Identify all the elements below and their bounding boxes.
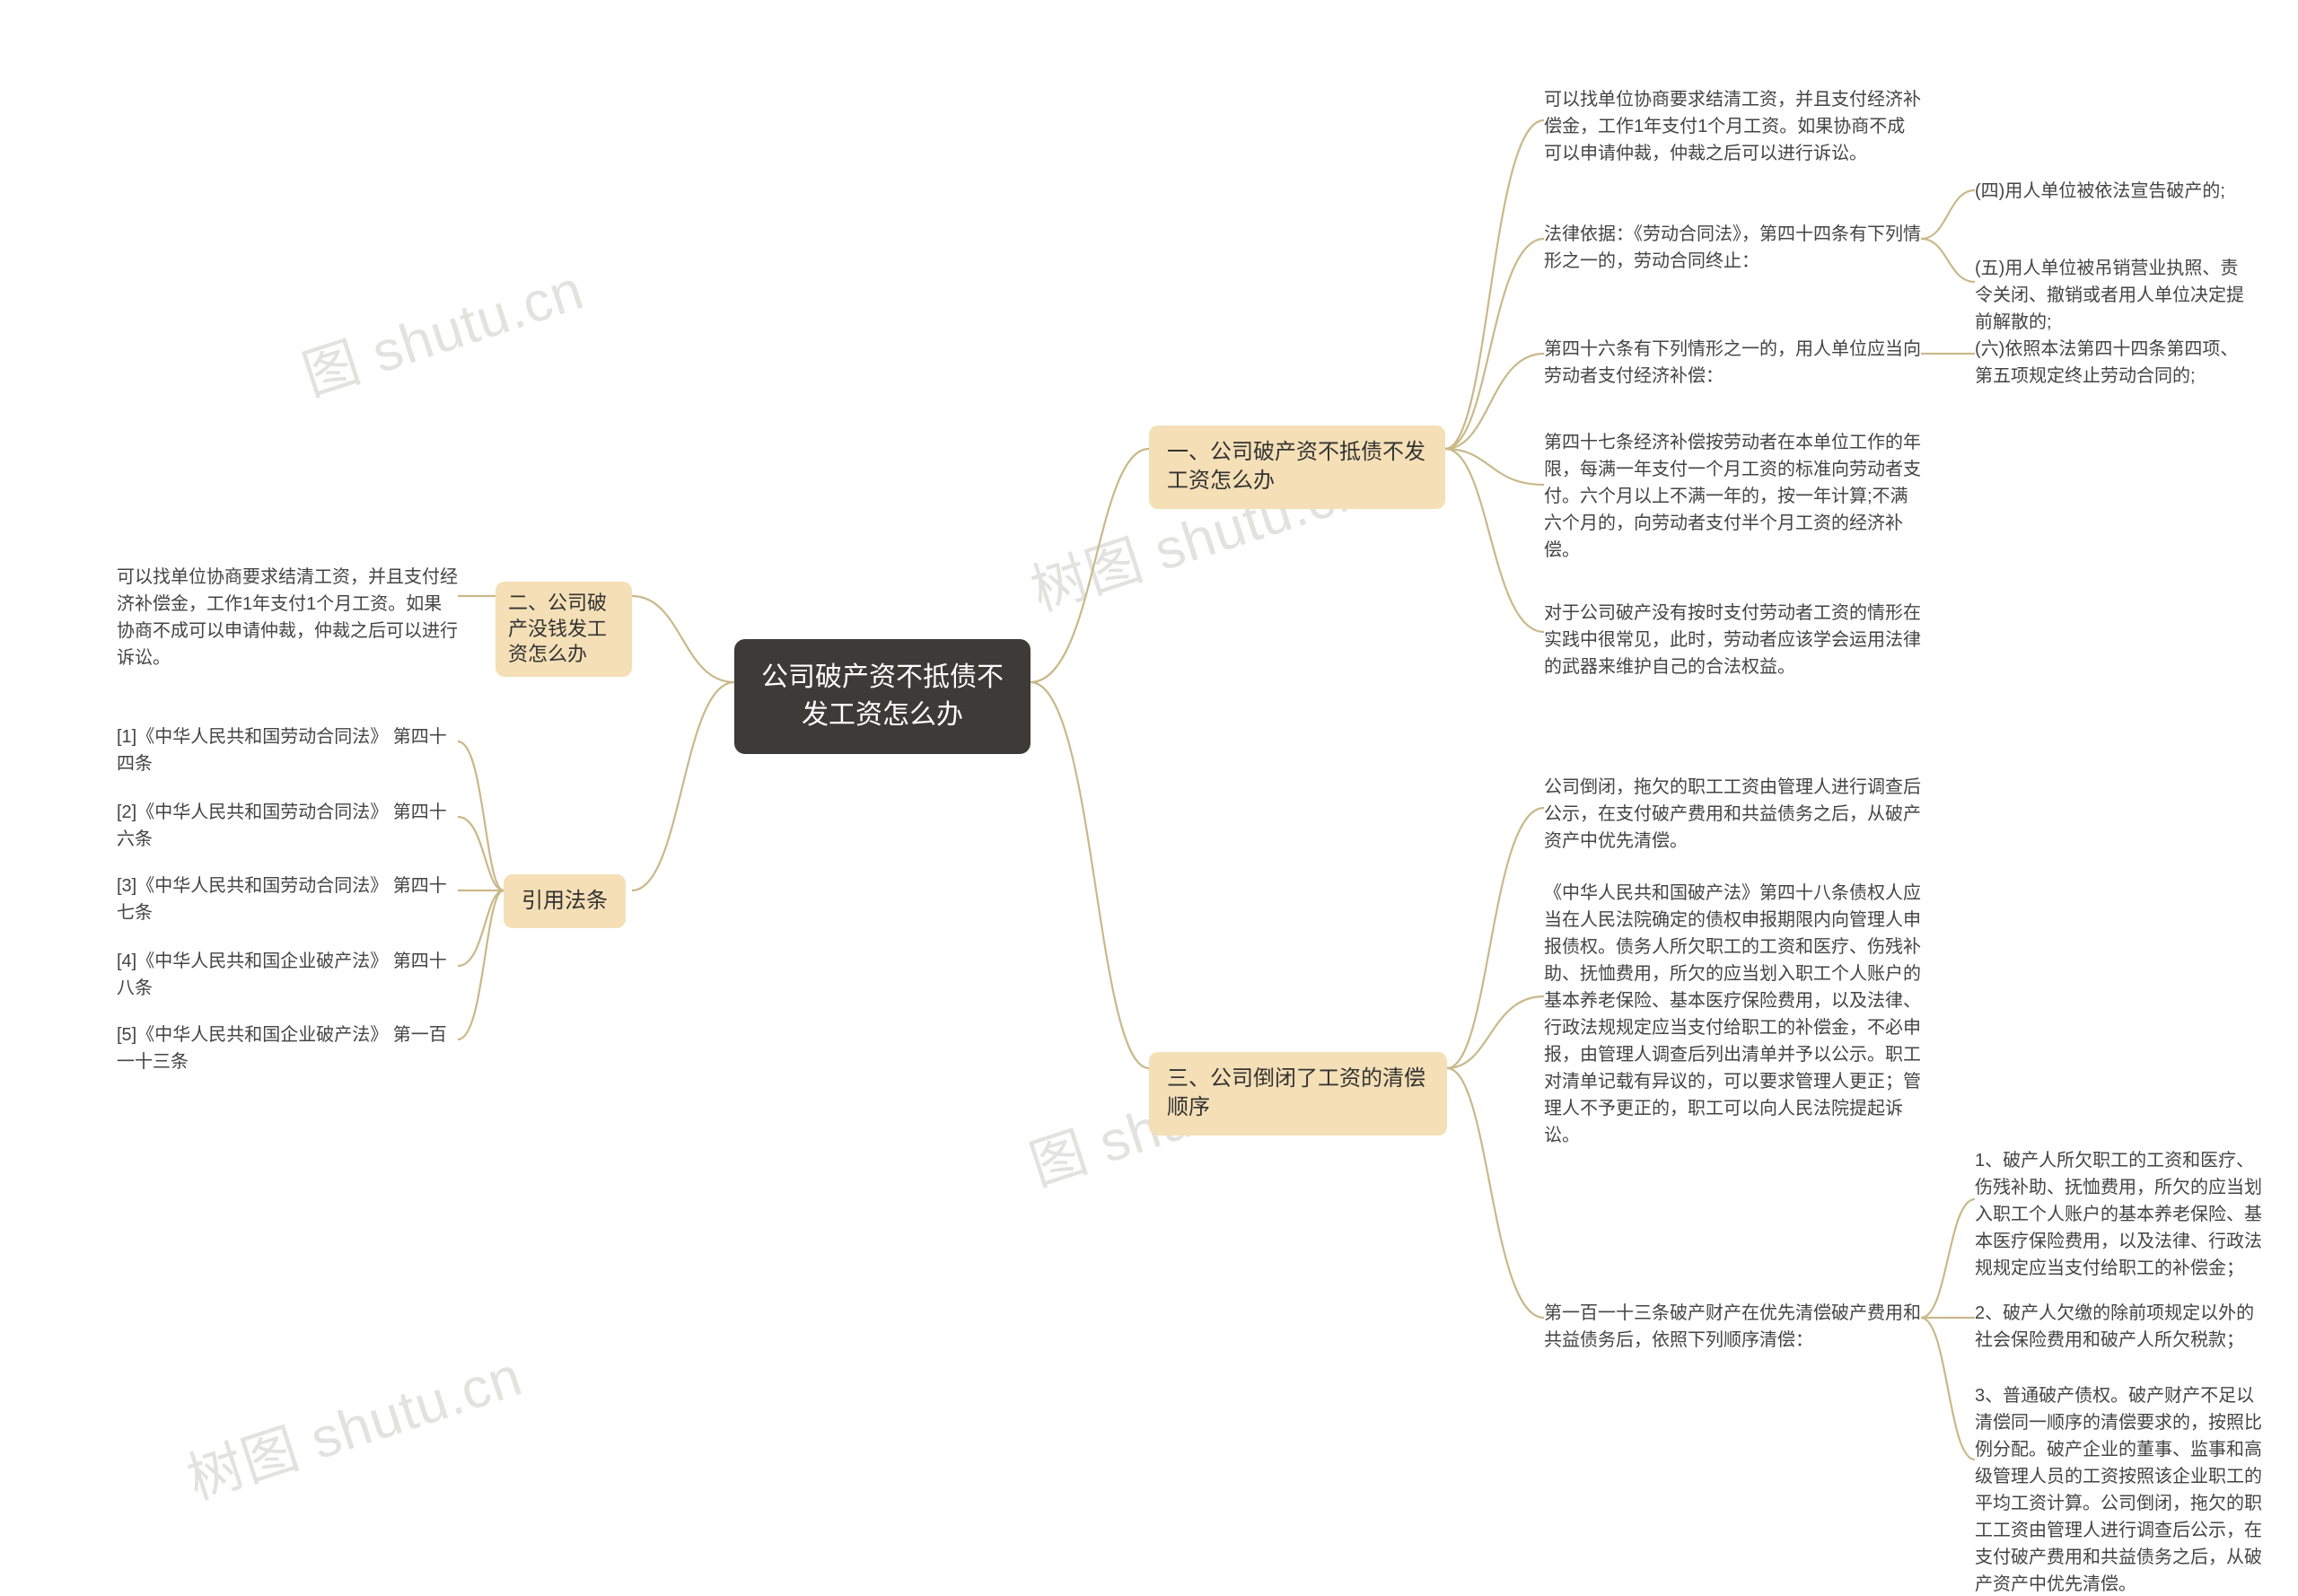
- leaf-ref-5: [5]《中华人民共和国企业破产法》 第一百一十三条: [117, 1022, 458, 1075]
- branch-references[interactable]: 引用法条: [504, 874, 626, 928]
- leaf-s1-a: 可以找单位协商要求结清工资，并且支付经济补偿金，工作1年支付1个月工资。如果协商…: [1544, 86, 1921, 167]
- branch-section-3[interactable]: 三、公司倒闭了工资的清偿顺序: [1149, 1052, 1447, 1136]
- watermark: 图 shutu.cn: [291, 244, 592, 411]
- leaf-s1-c: 第四十六条有下列情形之一的，用人单位应当向劳动者支付经济补偿：: [1544, 336, 1921, 390]
- leaf-s3-c2: 2、破产人欠缴的除前项规定以外的社会保险费用和破产人所欠税款；: [1975, 1300, 2262, 1354]
- leaf-ref-3: [3]《中华人民共和国劳动合同法》 第四十七条: [117, 873, 458, 926]
- connector-layer: [0, 0, 2298, 1596]
- leaf-ref-4: [4]《中华人民共和国企业破产法》 第四十八条: [117, 948, 458, 1002]
- leaf-s2-text: 可以找单位协商要求结清工资，并且支付经济补偿金，工作1年支付1个月工资。如果协商…: [117, 564, 458, 671]
- leaf-s3-c: 第一百一十三条破产财产在优先清偿破产费用和共益债务后，依照下列顺序清偿：: [1544, 1300, 1921, 1354]
- leaf-s1-d: 第四十七条经济补偿按劳动者在本单位工作的年限，每满一年支付一个月工资的标准向劳动…: [1544, 429, 1921, 564]
- leaf-s3-a: 公司倒闭，拖欠的职工工资由管理人进行调查后公示，在支付破产费用和共益债务之后，从…: [1544, 774, 1921, 855]
- root-node[interactable]: 公司破产资不抵债不发工资怎么办: [734, 639, 1031, 754]
- leaf-s3-c3: 3、普通破产债权。破产财产不足以清偿同一顺序的清偿要求的，按照比例分配。破产企业…: [1975, 1382, 2262, 1596]
- branch-section-1[interactable]: 一、公司破产资不抵债不发工资怎么办: [1149, 425, 1445, 509]
- leaf-s1-b: 法律依据：《劳动合同法》，第四十四条有下列情形之一的，劳动合同终止：: [1544, 221, 1921, 275]
- leaf-ref-2: [2]《中华人民共和国劳动合同法》 第四十六条: [117, 799, 458, 853]
- leaf-s1-c1: (六)依照本法第四十四条第四项、第五项规定终止劳动合同的;: [1975, 336, 2253, 390]
- leaf-s1-b1: (四)用人单位被依法宣告破产的;: [1975, 178, 2253, 205]
- watermark: 树图 shutu.cn: [176, 1330, 531, 1514]
- leaf-s1-b2: (五)用人单位被吊销营业执照、责令关闭、撤销或者用人单位决定提前解散的;: [1975, 255, 2253, 336]
- leaf-s3-c1: 1、破产人所欠职工的工资和医疗、伤残补助、抚恤费用，所欠的应当划入职工个人账户的…: [1975, 1147, 2262, 1282]
- leaf-s1-e: 对于公司破产没有按时支付劳动者工资的情形在实践中很常见，此时，劳动者应该学会运用…: [1544, 600, 1921, 680]
- branch-section-2[interactable]: 二、公司破产没钱发工资怎么办: [496, 582, 632, 677]
- leaf-ref-1: [1]《中华人民共和国劳动合同法》 第四十四条: [117, 723, 458, 777]
- leaf-s3-b: 《中华人民共和国破产法》第四十八条债权人应当在人民法院确定的债权申报期限内向管理…: [1544, 880, 1921, 1149]
